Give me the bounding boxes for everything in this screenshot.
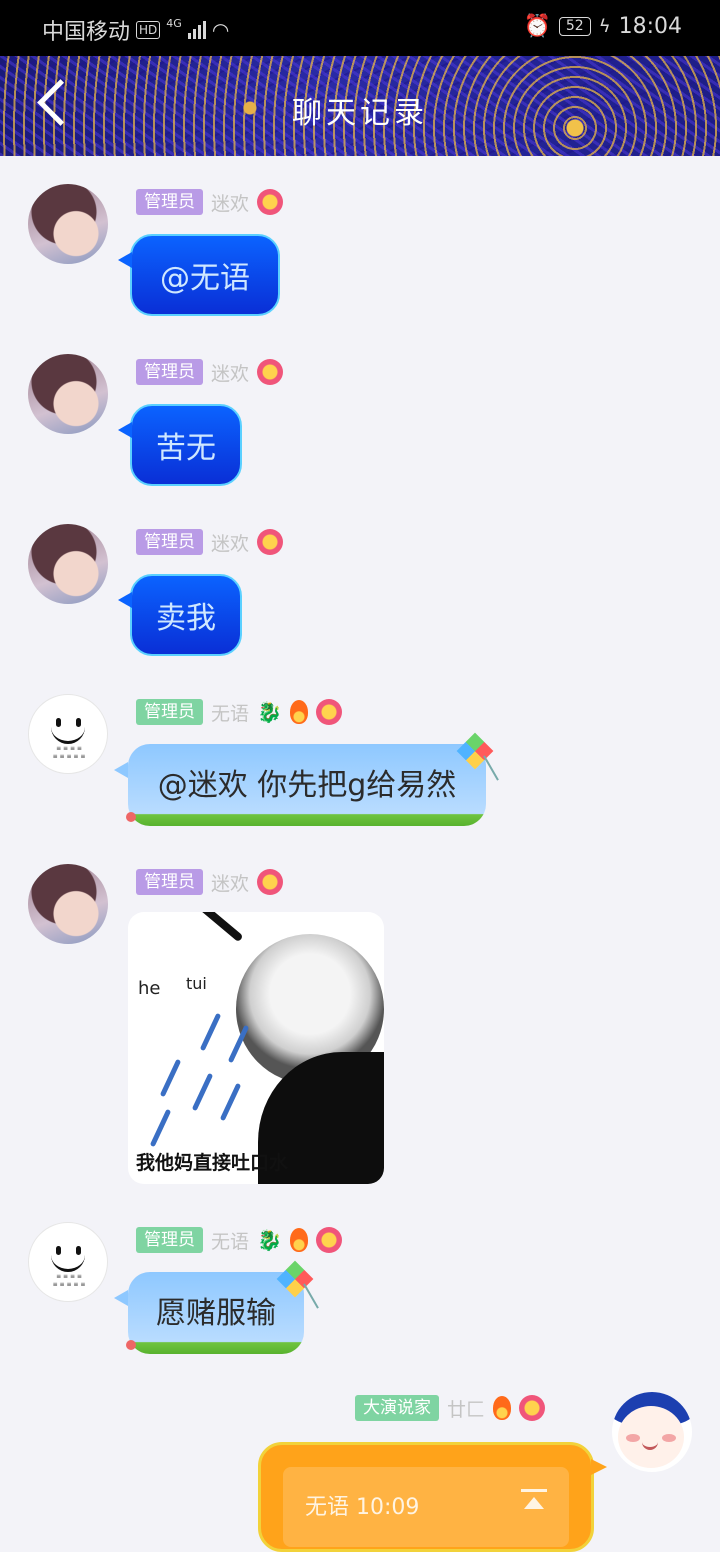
- sender-name[interactable]: 迷欢: [211, 189, 249, 216]
- network-type: 4G: [166, 16, 182, 30]
- message-bubble[interactable]: @迷欢 你先把g给易然: [114, 744, 486, 826]
- avatar[interactable]: [28, 864, 108, 944]
- avatar[interactable]: [28, 184, 108, 264]
- flower-badge-icon: [257, 359, 284, 385]
- hd-indicator: HD: [136, 21, 161, 39]
- avatar[interactable]: [612, 1392, 692, 1472]
- flower-badge-icon: [257, 869, 284, 895]
- sender-name[interactable]: 迷欢: [211, 529, 249, 556]
- fire-badge-icon: [289, 1228, 308, 1252]
- message-bubble[interactable]: 无语 10:09: [258, 1442, 607, 1552]
- flower-badge-icon: [519, 1395, 546, 1421]
- admin-badge: 管理员: [136, 869, 203, 895]
- admin-badge: 管理员: [136, 699, 203, 725]
- sender-name[interactable]: 无语: [211, 699, 249, 726]
- meme-rain-streak: [219, 1082, 242, 1122]
- admin-badge: 管理员: [136, 1227, 203, 1253]
- flower-badge-icon: [315, 1227, 342, 1253]
- signal-icon: [187, 21, 206, 39]
- carrier-label: 中国移动: [42, 20, 131, 45]
- status-bar: 中国移动 HD 4G ◠ ⏰ 52 ϟ 18:04: [0, 0, 720, 56]
- meme-caption: 我他妈直接吐口水: [136, 1152, 289, 1174]
- avatar[interactable]: ≡ ≡ ≡ ≡ ≡ ≡ ≡ ≡ ≡: [28, 1222, 108, 1302]
- avatar-text-decoration: ≡ ≡ ≡ ≡ ≡ ≡ ≡ ≡ ≡: [52, 745, 86, 760]
- admin-badge: 管理员: [136, 529, 203, 555]
- meme-rain-streak: [199, 1012, 222, 1052]
- jump-to-top-icon[interactable]: [521, 1489, 547, 1515]
- message-bubble[interactable]: 愿赌服输: [114, 1272, 304, 1354]
- flower-badge-icon: [257, 529, 284, 555]
- meme-text-tui: tui: [186, 974, 207, 993]
- clock: 18:04: [618, 14, 682, 39]
- sender-name[interactable]: 无语: [211, 1227, 249, 1254]
- meme-text-he: he: [138, 978, 161, 999]
- message-bubble[interactable]: 苦无: [118, 404, 242, 486]
- flower-badge-icon: [257, 189, 284, 215]
- avatar[interactable]: [28, 524, 108, 604]
- fire-badge-icon: [289, 700, 308, 724]
- admin-badge: 管理员: [136, 359, 203, 385]
- message-bubble[interactable]: @无语: [118, 234, 280, 316]
- quote-text: 无语 10:09: [305, 1495, 420, 1520]
- sender-name[interactable]: 迷欢: [211, 869, 249, 896]
- page-title: 聊天记录: [292, 96, 428, 131]
- sender-name[interactable]: 廿匚: [447, 1395, 485, 1422]
- meme-rain-streak: [191, 1072, 214, 1112]
- message-bubble[interactable]: 卖我: [118, 574, 242, 656]
- pin-decoration-icon: [126, 812, 136, 822]
- alarm-icon: ⏰: [523, 14, 551, 39]
- reply-quote[interactable]: 无语 10:09: [283, 1467, 569, 1547]
- flower-badge-icon: [315, 699, 342, 725]
- kite-tail-decoration: [303, 1283, 319, 1309]
- meme-rain-streak: [159, 1058, 182, 1098]
- battery-level: 52: [558, 17, 591, 36]
- meme-ear-shape: [192, 912, 244, 943]
- meme-rain-streak: [149, 1108, 172, 1148]
- admin-badge: 管理员: [136, 189, 203, 215]
- fire-badge-icon: [493, 1396, 512, 1420]
- charging-icon: ϟ: [598, 16, 611, 37]
- sender-name[interactable]: 迷欢: [211, 359, 249, 386]
- title-badge: 大演说家: [355, 1395, 439, 1421]
- meme-image[interactable]: he tui 我他妈直接吐口水: [128, 912, 384, 1184]
- chat-history-header: 聊天记录: [0, 56, 720, 156]
- wifi-icon: ◠: [211, 18, 230, 42]
- pin-decoration-icon: [126, 1340, 136, 1350]
- avatar[interactable]: [28, 354, 108, 434]
- dragon-badge-icon: 🐉: [257, 700, 282, 724]
- dragon-badge-icon: 🐉: [257, 1228, 282, 1252]
- avatar[interactable]: ≡ ≡ ≡ ≡ ≡ ≡ ≡ ≡ ≡: [28, 694, 108, 774]
- avatar-text-decoration: ≡ ≡ ≡ ≡ ≡ ≡ ≡ ≡ ≡: [52, 1273, 86, 1288]
